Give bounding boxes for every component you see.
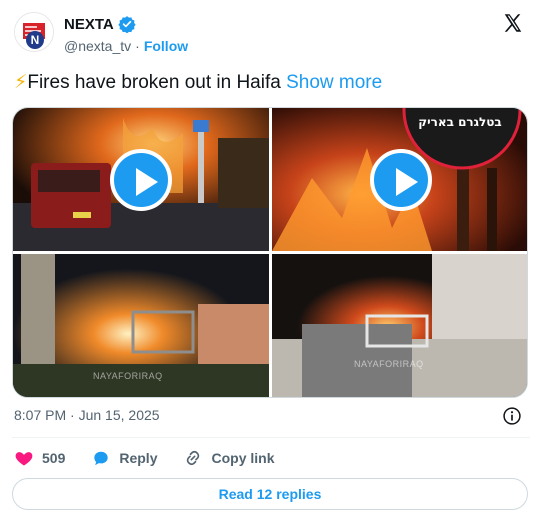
- reply-button[interactable]: Reply: [91, 448, 157, 468]
- play-video-button[interactable]: [110, 148, 172, 211]
- svg-text:N: N: [31, 33, 40, 47]
- media-tile-image-2[interactable]: NAYAFORIRAQ: [272, 254, 527, 397]
- tweet-body: Fires have broken out in Haifa: [27, 72, 281, 93]
- tweet-time: 8:07 PM: [14, 407, 67, 423]
- tweet-timestamp[interactable]: 8:07 PM · Jun 15, 2025: [14, 407, 160, 423]
- media-tile-image-1[interactable]: NAYAFORIRAQ: [13, 254, 269, 397]
- reply-bubble-icon: [94, 451, 109, 466]
- reply-label: Reply: [119, 450, 158, 466]
- divider: [12, 437, 530, 438]
- copy-link-button[interactable]: Copy link: [183, 448, 275, 468]
- author-handle[interactable]: @nexta_tv: [64, 38, 131, 54]
- media-grid: בטלגרם באריק NAYAFORIRAQ NAYAFORIRAQ: [12, 107, 528, 398]
- verified-badge-icon: [118, 16, 136, 33]
- info-icon[interactable]: [502, 406, 522, 426]
- read-replies-button[interactable]: Read 12 replies: [12, 478, 528, 510]
- action-bar: 509 Reply Copy link: [14, 446, 301, 470]
- image-watermark: NAYAFORIRAQ: [93, 371, 163, 381]
- nexta-logo-icon: N: [15, 13, 53, 51]
- video-overlay-text: בטלגרם באריק: [418, 115, 502, 129]
- image-watermark: NAYAFORIRAQ: [354, 359, 424, 369]
- link-icon: [187, 450, 200, 466]
- play-video-button[interactable]: [369, 148, 432, 211]
- like-count: 509: [42, 450, 66, 466]
- fire-building-image: [272, 254, 527, 397]
- separator: ·: [70, 407, 75, 423]
- avatar[interactable]: N: [14, 12, 54, 52]
- copy-link-label: Copy link: [211, 450, 275, 466]
- like-button[interactable]: 509: [14, 448, 65, 468]
- heart-icon: [15, 452, 33, 466]
- show-more-link[interactable]: Show more: [286, 72, 382, 93]
- tweet-date: Jun 15, 2025: [78, 407, 160, 423]
- author-name[interactable]: NEXTA: [64, 16, 114, 33]
- author-block: NEXTA @nexta_tv · Follow: [64, 14, 188, 55]
- separator: ·: [135, 38, 140, 54]
- tweet-text: ⚡Fires have broken out in Haifa Show mor…: [14, 70, 382, 96]
- tweet-card: N NEXTA @nexta_tv · Follow ⚡Fires have b…: [0, 0, 542, 523]
- x-logo-icon[interactable]: [502, 12, 524, 34]
- lightning-emoji: ⚡: [14, 72, 28, 93]
- follow-button[interactable]: Follow: [144, 38, 188, 54]
- media-tile-video-2[interactable]: בטלגרם באריק: [272, 108, 527, 251]
- media-tile-video-1[interactable]: [13, 108, 269, 251]
